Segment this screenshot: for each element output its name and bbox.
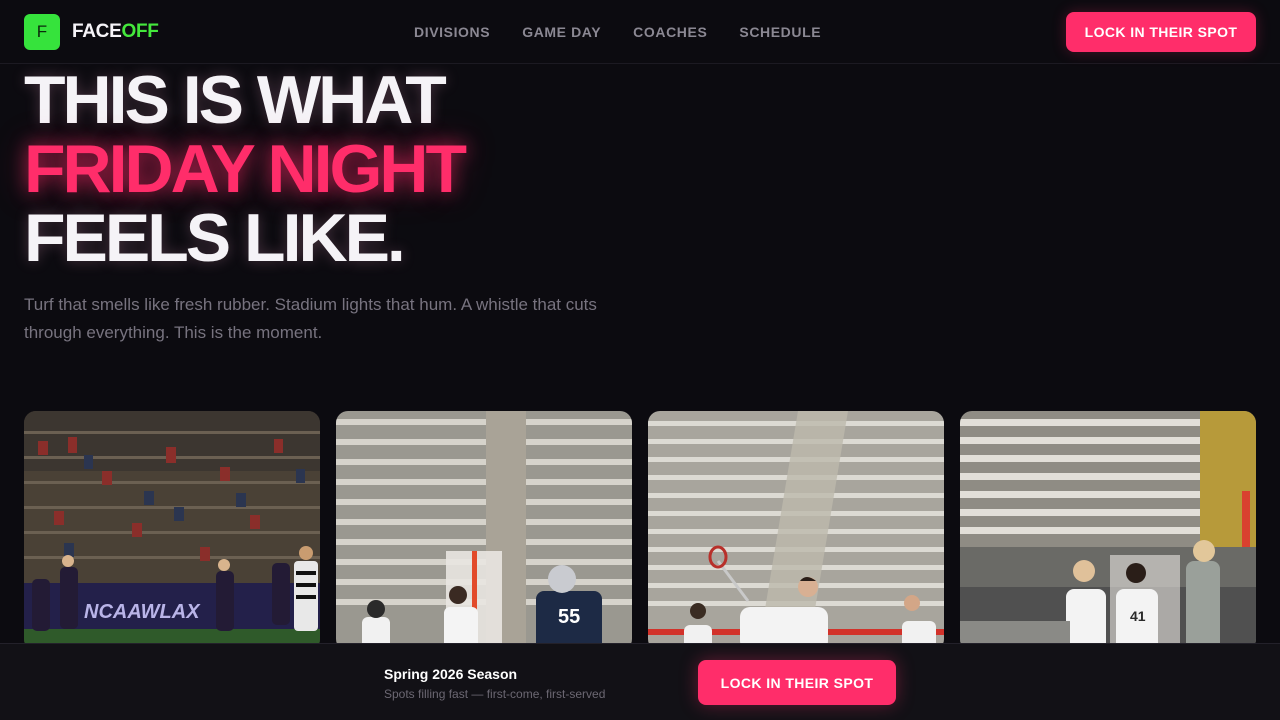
top-nav: F FACEOFF DIVISIONS GAME DAY COACHES SCH… bbox=[0, 0, 1280, 64]
photo-crowd-game[interactable]: NCAAWLAX bbox=[24, 411, 320, 651]
photo-team-celebration[interactable]: 41 bbox=[960, 411, 1256, 651]
nav-links: DIVISIONS GAME DAY COACHES SCHEDULE bbox=[414, 0, 821, 64]
brand[interactable]: F FACEOFF bbox=[24, 13, 159, 50]
jersey-number: 55 bbox=[558, 606, 580, 628]
hero: THIS IS WHAT FRIDAY NIGHT FEELS LIKE. Tu… bbox=[24, 66, 664, 347]
photo-player-stick[interactable] bbox=[648, 411, 944, 651]
nav-link-game-day[interactable]: GAME DAY bbox=[522, 24, 601, 40]
brand-name: FACEOFF bbox=[72, 21, 159, 43]
hero-subtitle: Turf that smells like fresh rubber. Stad… bbox=[24, 295, 597, 342]
logo-mark: F bbox=[24, 13, 60, 50]
photo-gallery: NCAAWLAX 55 41 bbox=[24, 411, 1256, 651]
jersey-number: 41 bbox=[1130, 608, 1146, 624]
headline-line-3: FEELS LIKE. bbox=[24, 200, 406, 276]
nav-link-coaches[interactable]: COACHES bbox=[633, 24, 707, 40]
season-title: Spring 2026 Season bbox=[384, 666, 518, 682]
bottom-cta-button[interactable]: LOCK IN THEIR SPOT bbox=[698, 660, 896, 705]
headline-line-1: THIS IS WHAT bbox=[24, 62, 447, 138]
headline-line-2: FRIDAY NIGHT bbox=[24, 131, 467, 207]
photo-goalie-save[interactable]: 55 bbox=[336, 411, 632, 651]
nav-link-divisions[interactable]: DIVISIONS bbox=[414, 24, 490, 40]
bottom-cta-bar: Spring 2026 Season Spots filling fast — … bbox=[0, 643, 1280, 720]
brand-name-part1: FACE bbox=[72, 20, 122, 42]
brand-name-part2: OFF bbox=[121, 20, 159, 42]
season-info: Spring 2026 Season Spots filling fast — … bbox=[384, 666, 605, 701]
svg-text:NCAAWLAX: NCAAWLAX bbox=[84, 601, 201, 623]
nav-link-schedule[interactable]: SCHEDULE bbox=[739, 24, 821, 40]
hero-headline: THIS IS WHAT FRIDAY NIGHT FEELS LIKE. bbox=[24, 66, 664, 273]
nav-cta-button[interactable]: LOCK IN THEIR SPOT bbox=[1066, 11, 1256, 52]
season-note: Spots filling fast — first-come, first-s… bbox=[384, 687, 606, 701]
